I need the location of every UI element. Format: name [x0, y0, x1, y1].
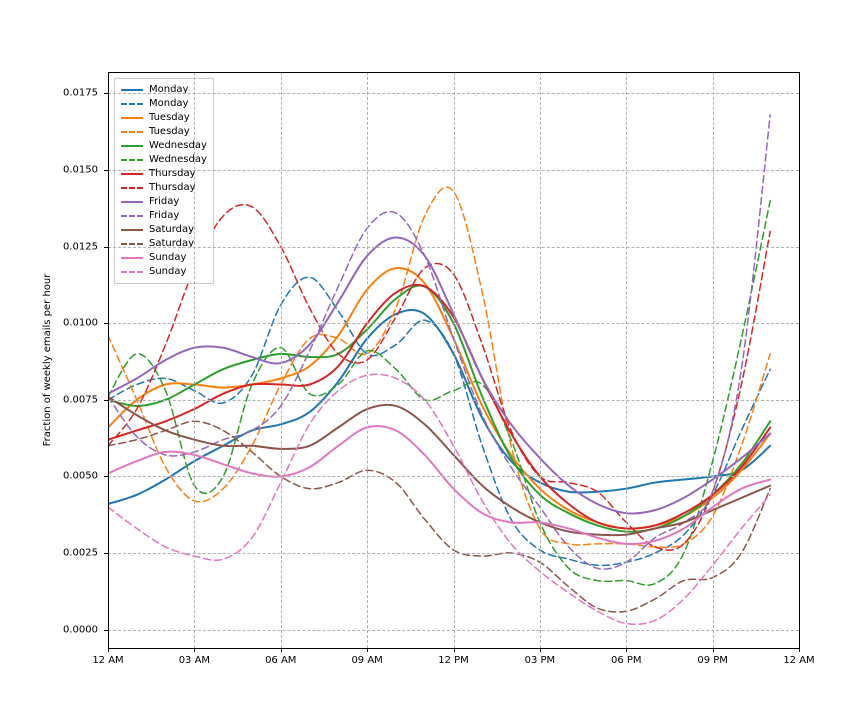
x-tick-label: 06 PM — [611, 655, 642, 666]
legend-label: Thursday — [149, 181, 196, 195]
legend-swatch — [121, 173, 143, 175]
y-gridline — [108, 170, 799, 171]
legend-label: Sunday — [149, 265, 186, 279]
x-tick-label: 12 AM — [92, 655, 123, 666]
x-tick-label: 03 PM — [525, 655, 556, 666]
x-gridline — [194, 72, 195, 648]
legend-label: Wednesday — [149, 153, 207, 167]
legend-swatch — [121, 103, 143, 105]
y-tick-label: 0.0150 — [63, 165, 104, 176]
series-saturday-solid — [108, 397, 770, 535]
y-gridline — [108, 476, 799, 477]
legend-swatch — [121, 201, 143, 203]
series-sunday-dashed — [108, 374, 770, 624]
y-tick-label: 0.0125 — [63, 241, 104, 252]
legend-label: Tuesday — [149, 111, 190, 125]
legend-label: Wednesday — [149, 139, 207, 153]
y-tick-label: 0.0000 — [63, 624, 104, 635]
y-axis-label: Fraction of weekly emails per hour — [42, 274, 53, 447]
x-gridline — [454, 72, 455, 648]
x-tick-label: 09 AM — [351, 655, 382, 666]
legend-label: Monday — [149, 83, 188, 97]
legend-label: Sunday — [149, 251, 186, 265]
y-tick-label: 0.0050 — [63, 471, 104, 482]
legend-label: Saturday — [149, 223, 194, 237]
legend-swatch — [121, 131, 143, 133]
legend: MondayMondayTuesdayTuesdayWednesdayWedne… — [114, 78, 214, 284]
legend-swatch — [121, 187, 143, 189]
legend-label: Tuesday — [149, 125, 190, 139]
legend-label: Friday — [149, 195, 179, 209]
legend-label: Monday — [149, 97, 188, 111]
series-thursday-solid — [108, 285, 770, 529]
y-gridline — [108, 323, 799, 324]
spine-left — [108, 72, 109, 648]
y-gridline — [108, 93, 799, 94]
y-tick-label: 0.0100 — [63, 318, 104, 329]
legend-swatch — [121, 215, 143, 217]
x-gridline — [540, 72, 541, 648]
x-gridline — [626, 72, 627, 648]
spine-top — [108, 72, 799, 73]
x-tick-label: 12 AM — [783, 655, 814, 666]
x-gridline — [281, 72, 282, 648]
x-gridline — [713, 72, 714, 648]
legend-swatch — [121, 271, 143, 273]
legend-swatch — [121, 243, 143, 245]
x-tick-label: 12 PM — [438, 655, 469, 666]
figure: Fraction of weekly emails per hour Monda… — [0, 0, 864, 720]
legend-swatch — [121, 257, 143, 259]
legend-swatch — [121, 117, 143, 119]
legend-swatch — [121, 145, 143, 147]
series-monday-solid — [108, 310, 770, 504]
legend-swatch — [121, 229, 143, 231]
legend-swatch — [121, 159, 143, 161]
spine-bottom — [108, 648, 799, 649]
y-tick-label: 0.0075 — [63, 394, 104, 405]
series-saturday-dashed — [108, 421, 770, 612]
y-tick-label: 0.0025 — [63, 548, 104, 559]
legend-label: Saturday — [149, 237, 194, 251]
x-gridline — [367, 72, 368, 648]
legend-swatch — [121, 89, 143, 91]
legend-label: Friday — [149, 209, 179, 223]
x-tick — [799, 648, 800, 652]
y-gridline — [108, 630, 799, 631]
y-gridline — [108, 247, 799, 248]
y-gridline — [108, 400, 799, 401]
x-tick-label: 03 AM — [179, 655, 210, 666]
y-gridline — [108, 553, 799, 554]
x-tick-label: 09 PM — [697, 655, 728, 666]
x-tick-label: 06 AM — [265, 655, 296, 666]
y-tick-label: 0.0175 — [63, 88, 104, 99]
spine-right — [799, 72, 800, 648]
